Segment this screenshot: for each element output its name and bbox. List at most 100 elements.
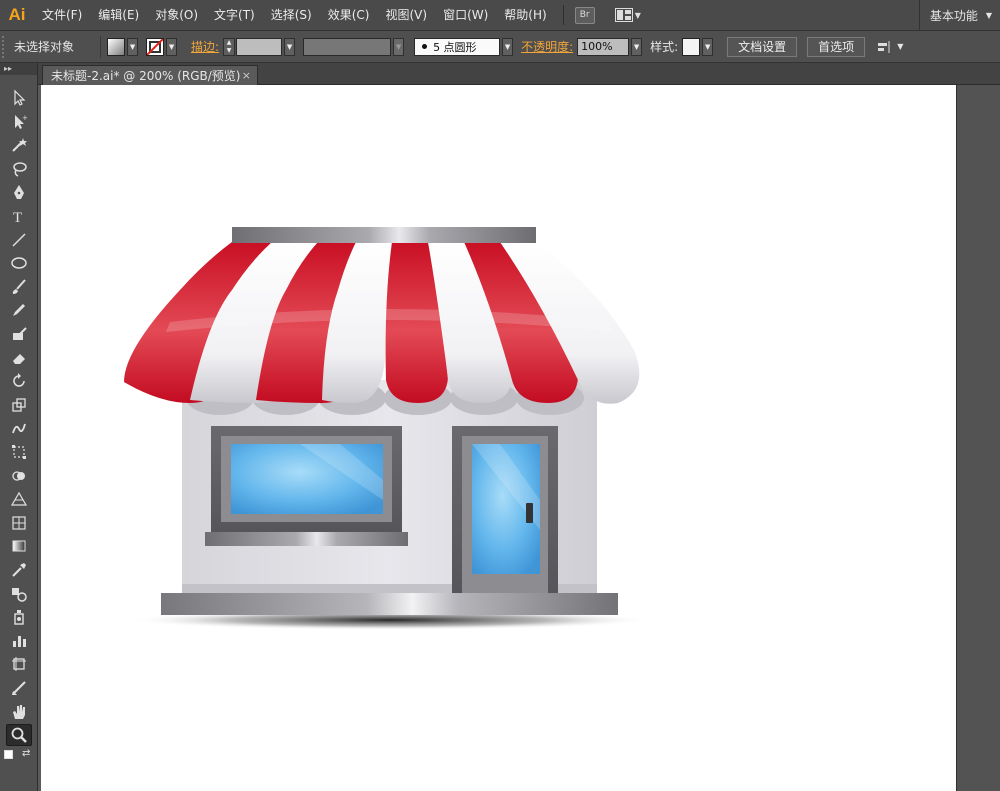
zoom-tool-button[interactable] bbox=[6, 724, 32, 747]
selection-tool-button[interactable] bbox=[6, 87, 32, 109]
free-transform-tool-button[interactable] bbox=[6, 441, 32, 463]
column-graph-tool-button[interactable] bbox=[6, 630, 32, 652]
magic-wand-tool-button[interactable] bbox=[6, 134, 32, 156]
paintbrush-tool-button[interactable] bbox=[6, 276, 32, 298]
default-colors-icon[interactable] bbox=[4, 749, 13, 759]
menu-help[interactable]: 帮助(H) bbox=[496, 0, 554, 31]
shop-base-step bbox=[161, 593, 618, 615]
shop-window bbox=[205, 426, 408, 546]
eyedropper-tool-button[interactable] bbox=[6, 559, 32, 581]
swap-colors-icon[interactable]: ⇄ bbox=[22, 748, 30, 759]
mesh-tool-button[interactable] bbox=[6, 512, 32, 534]
preferences-button[interactable]: 首选项 bbox=[807, 36, 866, 57]
fill-color-control[interactable]: ▼ bbox=[107, 37, 139, 56]
lasso-tool-button[interactable] bbox=[6, 158, 32, 180]
stepper-arrows-icon: ▲ ▼ bbox=[223, 37, 236, 56]
opacity-dropdown[interactable]: 100% ▼ bbox=[577, 37, 643, 56]
document-tab[interactable]: 未标题-2.ai* @ 200% (RGB/预览) × bbox=[42, 65, 258, 85]
document-tab-bar: 未标题-2.ai* @ 200% (RGB/预览) × bbox=[38, 63, 1000, 85]
warp-tool-icon bbox=[12, 424, 26, 434]
close-icon[interactable]: × bbox=[242, 69, 251, 82]
brush-definition-field: 5 点圆形 bbox=[414, 37, 501, 56]
stroke-label[interactable]: 描边: bbox=[191, 38, 219, 55]
menu-file[interactable]: 文件(F) bbox=[34, 0, 90, 31]
chevron-down-icon: ▼ bbox=[702, 37, 714, 56]
blend-tool-button[interactable] bbox=[6, 583, 32, 605]
artboard-tool-icon bbox=[12, 657, 26, 672]
brush-dot-icon bbox=[422, 44, 428, 49]
brush-value: 5 点圆形 bbox=[433, 40, 477, 54]
fill-stroke-swatches[interactable]: ⇄ bbox=[4, 748, 34, 770]
chevron-down-icon: ▼ bbox=[166, 37, 178, 56]
gradient-tool-icon bbox=[12, 540, 26, 552]
lasso-tool-icon bbox=[13, 162, 27, 177]
stroke-weight-field[interactable] bbox=[236, 37, 283, 56]
menu-window[interactable]: 窗口(W) bbox=[435, 0, 496, 31]
eraser-tool-icon bbox=[13, 353, 25, 364]
opacity-label[interactable]: 不透明度: bbox=[521, 38, 573, 55]
arrange-documents-button[interactable]: ▼ bbox=[612, 5, 644, 25]
eraser-tool-button[interactable] bbox=[6, 347, 32, 369]
variable-width-profile-dropdown[interactable]: ▼ bbox=[303, 37, 405, 56]
ellipse-tool-button[interactable] bbox=[6, 252, 32, 274]
control-panel-menu-button[interactable]: ▼ bbox=[877, 40, 903, 54]
style-label: 样式: bbox=[650, 40, 679, 54]
pen-tool-button[interactable] bbox=[6, 181, 32, 203]
eyedropper-tool-icon bbox=[12, 563, 26, 577]
mesh-tool-icon bbox=[12, 516, 26, 530]
shape-builder-tool-button[interactable] bbox=[6, 465, 32, 487]
menu-effect[interactable]: 效果(C) bbox=[320, 0, 378, 31]
menu-view[interactable]: 视图(V) bbox=[377, 0, 435, 31]
document-setup-button[interactable]: 文档设置 bbox=[727, 36, 798, 57]
pasteboard[interactable] bbox=[38, 85, 1000, 791]
pen-tool-icon bbox=[14, 185, 24, 200]
stroke-color-control[interactable]: ▼ bbox=[146, 37, 178, 56]
menu-bar: Ai 文件(F) 编辑(E) 对象(O) 文字(T) 选择(S) 效果(C) 视… bbox=[0, 0, 1000, 31]
blob-brush-tool-icon bbox=[13, 327, 27, 340]
type-tool-button[interactable]: T bbox=[6, 205, 32, 227]
line-segment-tool-button[interactable] bbox=[6, 229, 32, 251]
svg-text:+: + bbox=[22, 114, 28, 122]
slice-tool-button[interactable] bbox=[6, 677, 32, 699]
storefront-illustration[interactable] bbox=[41, 85, 956, 791]
workspace-switcher[interactable]: 基本功能 ▼ bbox=[918, 0, 1000, 31]
graphic-style-dropdown[interactable]: ▼ bbox=[682, 37, 714, 56]
artboard[interactable] bbox=[41, 85, 956, 791]
slice-tool-icon bbox=[12, 681, 26, 695]
chevron-down-icon: ▼ bbox=[502, 37, 514, 56]
perspective-grid-tool-button[interactable] bbox=[6, 488, 32, 510]
svg-text:T: T bbox=[13, 210, 22, 225]
bridge-button[interactable]: Br bbox=[572, 5, 598, 25]
door-handle bbox=[526, 503, 533, 523]
symbol-sprayer-tool-button[interactable] bbox=[6, 606, 32, 628]
graphic-style-swatch bbox=[682, 37, 701, 56]
app-logo: Ai bbox=[8, 5, 26, 24]
line-segment-tool-icon bbox=[12, 233, 26, 247]
menu-type[interactable]: 文字(T) bbox=[206, 0, 263, 31]
brush-definition-dropdown[interactable]: 5 点圆形 ▼ bbox=[414, 37, 514, 56]
direct-selection-tool-button[interactable]: + bbox=[6, 111, 32, 133]
opacity-field[interactable]: 100% bbox=[577, 37, 630, 56]
control-bar: 未选择对象 ▼ ▼ 描边: ▲ ▼ ▼ ▼ 5 点圆形 ▼ 不透明度: 100%… bbox=[0, 31, 1000, 63]
hand-tool-button[interactable] bbox=[6, 701, 32, 723]
scale-tool-button[interactable] bbox=[6, 394, 32, 416]
menu-select[interactable]: 选择(S) bbox=[263, 0, 320, 31]
gradient-tool-button[interactable] bbox=[6, 535, 32, 557]
warp-tool-button[interactable] bbox=[6, 417, 32, 439]
artboard-tool-button[interactable] bbox=[6, 653, 32, 675]
rotate-tool-button[interactable] bbox=[6, 370, 32, 392]
panel-grip[interactable] bbox=[2, 35, 10, 58]
stroke-weight-stepper[interactable]: ▲ ▼ ▼ bbox=[223, 37, 296, 56]
blob-brush-tool-button[interactable] bbox=[6, 323, 32, 345]
menu-edit[interactable]: 编辑(E) bbox=[90, 0, 147, 31]
blend-tool-icon bbox=[12, 587, 27, 602]
pencil-tool-button[interactable] bbox=[6, 299, 32, 321]
none-stroke-icon bbox=[146, 37, 165, 56]
selection-status: 未选择对象 bbox=[14, 40, 75, 54]
tools-collapse-icon[interactable]: ▸▸ bbox=[0, 63, 37, 75]
menu-divider bbox=[562, 5, 564, 25]
menu-object[interactable]: 对象(O) bbox=[147, 0, 206, 31]
shop-door bbox=[452, 426, 558, 594]
awning bbox=[124, 242, 640, 404]
divider bbox=[100, 35, 102, 58]
